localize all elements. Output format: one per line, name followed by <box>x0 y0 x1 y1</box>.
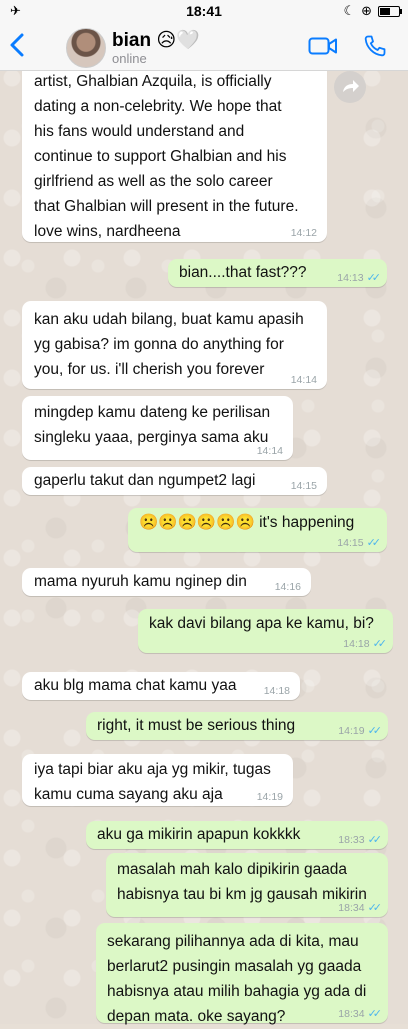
message-text: iya tapi biar aku aja yg mikir, tugas ka… <box>34 761 271 803</box>
message-bubble[interactable]: iya tapi biar aku aja yg mikir, tugas ka… <box>22 754 293 806</box>
message-time: 14:12 <box>290 227 317 239</box>
status-time: 18:41 <box>186 3 222 19</box>
message-bubble[interactable]: right, it must be serious thing 14:19 ✓✓ <box>86 712 388 740</box>
read-receipt-icon: ✓✓ <box>367 725 383 737</box>
message-text: masalah mah kalo dipikirin gaada habisny… <box>117 861 367 903</box>
read-receipt-icon: ✓✓ <box>367 1008 383 1020</box>
status-bar: ✈ 18:41 ☾ ⊕ <box>0 0 408 22</box>
read-receipt-icon: ✓✓ <box>372 638 388 650</box>
phone-icon[interactable] <box>363 34 387 58</box>
message-bubble[interactable]: artist, Ghalbian Azquila, is officially … <box>22 61 327 242</box>
message-time: 14:16 <box>274 581 301 593</box>
message-text: artist, Ghalbian Azquila, is officially … <box>34 73 299 240</box>
message-text: right, it must be serious thing <box>97 717 296 734</box>
message-time: 14:15 <box>290 480 317 492</box>
message-bubble[interactable]: aku blg mama chat kamu yaa 14:18 <box>22 672 300 700</box>
message-time: 14:15 <box>337 537 364 549</box>
read-receipt-icon: ✓✓ <box>366 537 382 549</box>
message-text: kak davi bilang apa ke kamu, bi? <box>149 615 374 632</box>
battery-icon <box>378 5 402 17</box>
contact-name[interactable]: bian 😥🤍 <box>112 28 200 52</box>
message-bubble[interactable]: mingdep kamu dateng ke perilisan singlek… <box>22 396 293 460</box>
message-bubble[interactable]: masalah mah kalo dipikirin gaada habisny… <box>106 853 388 917</box>
message-text: ☹️☹️☹️☹️☹️☹️ it's happening <box>139 514 355 531</box>
chat-header: bian 😥🤍 online <box>0 22 408 71</box>
battery-fill <box>380 7 390 15</box>
message-bubble[interactable]: kak davi bilang apa ke kamu, bi? 14:18 ✓✓ <box>138 609 393 653</box>
avatar[interactable] <box>66 28 106 68</box>
message-time: 14:14 <box>256 445 283 457</box>
message-text: aku blg mama chat kamu yaa <box>34 677 237 694</box>
message-bubble[interactable]: mama nyuruh kamu nginep din 14:16 <box>22 568 311 596</box>
message-text: gaperlu takut dan ngumpet2 lagi <box>34 472 256 489</box>
message-bubble[interactable]: kan aku udah bilang, buat kamu apasih yg… <box>22 301 327 389</box>
message-bubble[interactable]: ☹️☹️☹️☹️☹️☹️ it's happening 14:15 ✓✓ <box>128 508 387 552</box>
message-time: 14:18 <box>343 638 370 650</box>
message-bubble[interactable]: bian....that fast??? 14:13 ✓✓ <box>168 259 387 287</box>
read-receipt-icon: ✓✓ <box>367 834 383 846</box>
message-time: 18:34 <box>338 1008 365 1020</box>
message-time: 14:19 <box>256 791 283 803</box>
video-icon[interactable] <box>308 36 338 56</box>
forward-arrow-icon[interactable] <box>334 71 366 103</box>
message-text: mingdep kamu dateng ke perilisan singlek… <box>34 404 271 446</box>
read-receipt-icon: ✓✓ <box>367 902 383 914</box>
message-text: kan aku udah bilang, buat kamu apasih yg… <box>34 311 304 378</box>
message-time: 14:14 <box>290 374 317 386</box>
message-text: aku ga mikirin apapun kokkkk <box>97 826 301 843</box>
contact-status: online <box>112 51 147 66</box>
message-list[interactable]: artist, Ghalbian Azquila, is officially … <box>0 61 408 1025</box>
message-bubble[interactable]: sekarang pilihannya ada di kita, mau ber… <box>96 923 388 1025</box>
message-text: mama nyuruh kamu nginep din <box>34 573 247 590</box>
message-bubble[interactable]: gaperlu takut dan ngumpet2 lagi 14:15 <box>22 467 327 495</box>
message-time: 14:19 <box>338 725 365 737</box>
chevron-left-icon[interactable] <box>8 32 28 58</box>
message-bubble[interactable]: aku ga mikirin apapun kokkkk 18:33 ✓✓ <box>86 821 388 849</box>
message-time: 18:34 <box>338 902 365 914</box>
message-time: 18:33 <box>338 834 365 846</box>
message-time: 14:18 <box>263 685 290 697</box>
read-receipt-icon: ✓✓ <box>366 272 382 284</box>
message-time: 14:13 <box>337 272 364 284</box>
